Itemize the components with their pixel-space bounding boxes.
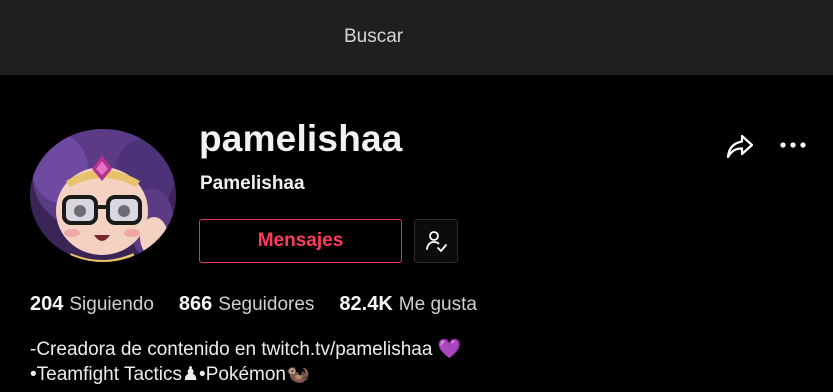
following-status-button[interactable] — [414, 219, 458, 263]
bio-line-1: -Creadora de contenido en twitch.tv/pame… — [30, 339, 462, 360]
more-horizontal-icon — [780, 142, 806, 148]
bio-line-2: •Teamfight Tactics♟•Pokémon🦦 — [30, 364, 310, 385]
profile-display-name: Pamelishaa — [200, 173, 305, 194]
profile-username: pamelishaa — [199, 118, 403, 159]
top-bar: Buscar — [0, 0, 833, 75]
following-count: 204 — [30, 293, 64, 315]
followers-label: Seguidores — [218, 294, 315, 315]
likes-label: Me gusta — [398, 294, 477, 315]
stat-likes: 82.4K Me gusta — [339, 293, 477, 316]
profile-bio: -Creadora de contenido en twitch.tv/pame… — [30, 337, 461, 387]
messages-button[interactable]: Mensajes — [199, 219, 402, 263]
followers-count: 866 — [178, 293, 213, 315]
stat-followers[interactable]: 866 Seguidores — [179, 293, 315, 316]
more-options-button[interactable] — [778, 133, 808, 157]
stat-following[interactable]: 204 Siguiendo — [30, 293, 154, 316]
following-label: Siguiendo — [69, 294, 154, 315]
avatar — [30, 129, 176, 262]
share-arrow-icon — [726, 134, 754, 159]
likes-count: 82.4K — [339, 293, 393, 315]
user-check-icon — [426, 231, 447, 252]
avatar-illustration-icon — [30, 129, 176, 262]
search-link[interactable]: Buscar — [344, 26, 403, 48]
profile-stats: 204 Siguiendo 866 Seguidores 82.4K Me gu… — [30, 293, 502, 316]
share-button[interactable] — [724, 131, 756, 161]
